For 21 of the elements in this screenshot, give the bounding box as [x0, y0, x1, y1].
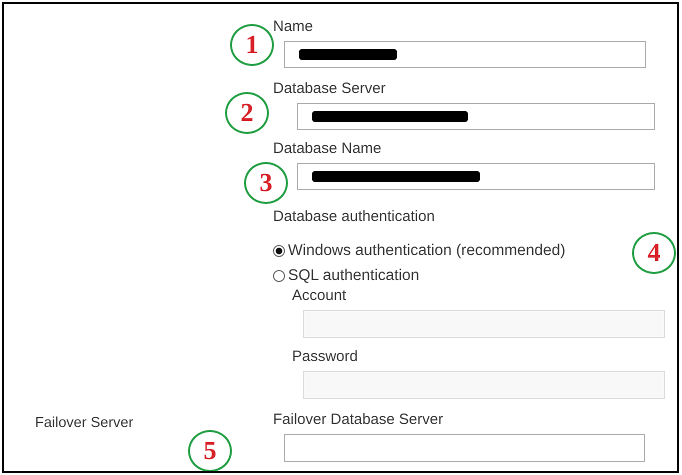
field-label: Name: [273, 18, 314, 36]
number-callout: 1: [230, 24, 274, 66]
number-callout: 2: [225, 92, 269, 134]
radio-button[interactable]: [273, 270, 285, 282]
radio-option[interactable]: SQL authentication: [273, 263, 566, 288]
number-callout: 4: [632, 232, 676, 274]
field-label: Database Server: [273, 80, 386, 98]
number-callout: 3: [244, 162, 288, 204]
number-callout: 5: [188, 430, 232, 471]
field-label: Database authentication: [273, 208, 435, 226]
field-label: Database Name: [273, 140, 382, 158]
input-field[interactable]: [284, 41, 646, 68]
radio-button[interactable]: [273, 244, 285, 256]
input-field[interactable]: [284, 434, 645, 462]
input-field[interactable]: [297, 103, 655, 130]
field-label: Password: [292, 348, 358, 366]
input-field[interactable]: [297, 163, 655, 190]
field-label: Account: [292, 287, 346, 305]
section-label: Failover Server: [35, 415, 134, 431]
field-label: Failover Database Server: [273, 411, 444, 429]
radio-option[interactable]: Windows authentication (recommended): [273, 238, 566, 263]
